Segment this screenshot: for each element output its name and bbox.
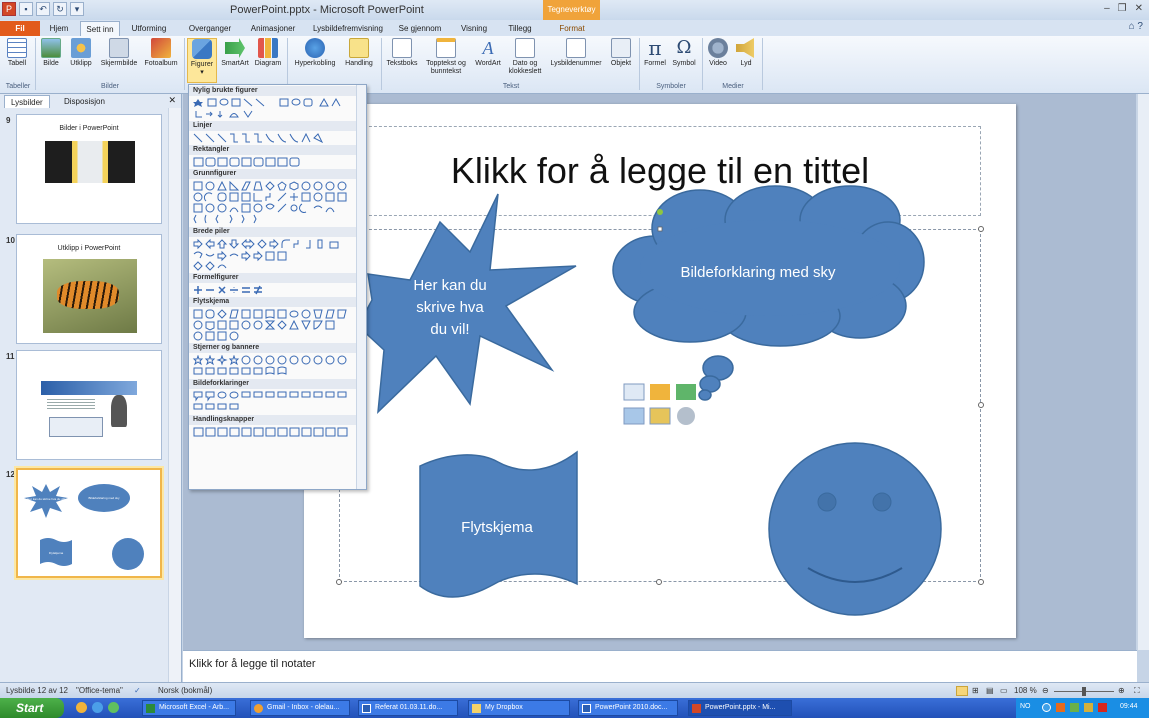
gallery-section-basic: Grunnfigurer (189, 169, 357, 179)
gallery-row-flowchart[interactable] (192, 309, 358, 341)
insert-chart-icon[interactable] (650, 384, 670, 400)
insert-media-icon[interactable] (677, 407, 695, 425)
gallery-row-equation[interactable] (192, 285, 358, 295)
system-tray: NO 09:44 (1016, 698, 1149, 718)
language-indicator[interactable]: Norsk (bokmål) (158, 686, 212, 695)
normal-view-icon[interactable] (956, 686, 968, 696)
gallery-section-recent: Nylig brukte figurer (189, 86, 357, 96)
gallery-section-rectangles: Rektangler (189, 145, 357, 155)
gallery-row-action-buttons[interactable] (192, 427, 358, 437)
word-icon (582, 704, 591, 713)
burst-text-line-3: du vil! (430, 321, 469, 338)
gallery-row-recent[interactable] (192, 97, 358, 119)
excel-icon (146, 704, 155, 713)
shapes-gallery-dropdown: Nylig brukte figurer Linjer Rektangler G… (188, 84, 367, 490)
cloud-text: Bildeforklaring med sky (680, 264, 836, 281)
rotate-handle[interactable] (657, 209, 663, 215)
tray-icon[interactable] (1084, 703, 1093, 712)
taskbar-item-word-referat[interactable]: Referat 01.03.11.do... (358, 700, 458, 716)
cloud-callout-shape[interactable] (612, 185, 925, 401)
gallery-row-stars[interactable] (192, 355, 358, 377)
theme-name[interactable]: "Office-tema" (76, 686, 123, 695)
insert-clipart-icon[interactable] (649, 407, 671, 425)
burst-text-line-1: Her kan du (413, 277, 486, 294)
gallery-row-block-arrows[interactable] (192, 239, 358, 271)
gallery-row-lines[interactable] (192, 133, 358, 143)
gallery-row-callouts[interactable] (192, 391, 358, 413)
task-label: PowerPoint 2010.doc... (595, 704, 668, 711)
task-label: Gmail - Inbox - olelau... (267, 704, 340, 711)
adjust-handle[interactable] (657, 226, 663, 232)
folder-icon (472, 704, 481, 713)
tray-icon[interactable] (1070, 703, 1079, 712)
gallery-section-callouts: Bildeforklaringer (189, 379, 357, 389)
windows-taskbar: Start Microsoft Excel - Arb... Gmail - I… (0, 698, 1149, 718)
gallery-section-stars: Stjerner og bannere (189, 343, 357, 353)
ie-quicklaunch-icon[interactable] (92, 702, 103, 713)
gallery-section-equation: Formelfigurer (189, 273, 357, 283)
insert-content-icons (623, 383, 696, 425)
zoom-out-icon[interactable]: ⊖ (1042, 686, 1049, 695)
spellcheck-icon[interactable]: ✓ (134, 686, 141, 695)
slide-counter: Lysbilde 12 av 12 (6, 686, 68, 695)
gallery-row-basic[interactable] (192, 181, 358, 225)
taskbar-item-dropbox[interactable]: My Dropbox (468, 700, 570, 716)
task-label: Referat 01.03.11.do... (375, 704, 443, 711)
taskbar-item-excel[interactable]: Microsoft Excel - Arb... (142, 700, 236, 716)
gallery-section-block-arrows: Brede piler (189, 227, 357, 237)
start-button[interactable]: Start (0, 698, 64, 718)
taskbar-item-gmail[interactable]: Gmail - Inbox - olelau... (250, 700, 350, 716)
gallery-section-action-buttons: Handlingsknapper (189, 415, 357, 425)
insert-picture-icon[interactable] (623, 407, 645, 425)
status-bar: Lysbilde 12 av 12 "Office-tema" ✓ Norsk … (0, 682, 1149, 698)
reading-view-icon[interactable]: ▤ (986, 686, 994, 695)
taskbar-item-powerpoint[interactable]: PowerPoint.pptx - Mi... (688, 700, 792, 716)
insert-smartart-icon[interactable] (676, 384, 696, 400)
input-language[interactable]: NO (1020, 703, 1031, 710)
tray-icon[interactable] (1056, 703, 1065, 712)
zoom-level[interactable]: 108 % (1014, 686, 1037, 695)
gallery-section-lines: Linjer (189, 121, 357, 131)
slide-shapes-layer: Her kan du skrive hva du vil! Bildeforkl… (357, 185, 942, 616)
gallery-row-rectangles[interactable] (192, 157, 358, 167)
task-label: My Dropbox (485, 704, 523, 711)
clock[interactable]: 09:44 (1120, 703, 1138, 710)
firefox-icon (254, 704, 263, 713)
insert-table-icon[interactable] (623, 383, 645, 401)
word-icon (362, 704, 371, 713)
fit-to-window-icon[interactable]: ⛶ (1134, 686, 1140, 696)
flowchart-text: Flytskjema (461, 519, 533, 536)
chrome-quicklaunch-icon[interactable] (108, 702, 119, 713)
zoom-in-icon[interactable]: ⊕ (1118, 686, 1125, 695)
slide-sorter-icon[interactable]: ⊞ (972, 686, 979, 695)
firefox-quicklaunch-icon[interactable] (76, 702, 87, 713)
zoom-slider-thumb[interactable] (1082, 687, 1086, 696)
notes-placeholder: Klikk for å legge til notater (189, 658, 316, 670)
gallery-section-flowchart: Flytskjema (189, 297, 357, 307)
powerpoint-icon (692, 704, 701, 713)
slideshow-view-icon[interactable]: ▭ (1000, 686, 1008, 695)
notes-pane[interactable]: Klikk for å legge til notater (183, 650, 1137, 682)
task-label: PowerPoint.pptx - Mi... (705, 704, 776, 711)
tray-icon[interactable] (1042, 703, 1051, 712)
gallery-scrollbar[interactable] (356, 85, 366, 489)
burst-text-line-2: skrive hva (416, 299, 484, 316)
taskbar-item-word-powerpoint-doc[interactable]: PowerPoint 2010.doc... (578, 700, 678, 716)
smiley-face-shape[interactable] (768, 442, 942, 616)
tray-icon[interactable] (1098, 703, 1107, 712)
task-label: Microsoft Excel - Arb... (159, 704, 230, 711)
